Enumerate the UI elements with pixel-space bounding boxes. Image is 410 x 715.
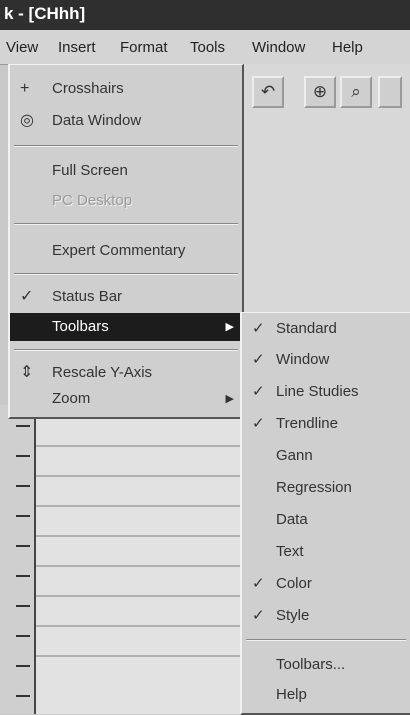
submenu-item-style[interactable]: ✓ Style xyxy=(242,600,410,631)
menu-separator xyxy=(14,223,238,225)
ruler-tick xyxy=(16,575,30,577)
menu-item-label: Data Window xyxy=(52,112,142,129)
submenu-item-label: Trendline xyxy=(276,415,338,432)
checkmark-icon: ✓ xyxy=(252,607,265,624)
submenu-item-label: Color xyxy=(276,575,312,592)
view-menu: + Crosshairs ◎ Data Window Full Screen P… xyxy=(8,64,244,419)
checkmark-icon: ✓ xyxy=(252,351,265,368)
menu-format[interactable]: Format xyxy=(120,39,168,56)
menu-tools[interactable]: Tools xyxy=(190,39,225,56)
menu-item-rescale-y-axis[interactable]: ⇕ Rescale Y-Axis xyxy=(10,359,242,387)
crosshairs-icon[interactable]: ⊕ xyxy=(304,76,336,108)
ruler-tick xyxy=(16,425,30,427)
menu-view[interactable]: View xyxy=(6,39,38,56)
undo-icon[interactable]: ↶ xyxy=(252,76,284,108)
ruler-tick xyxy=(16,545,30,547)
menu-item-full-screen[interactable]: Full Screen xyxy=(10,157,242,185)
submenu-item-label: Standard xyxy=(276,320,337,337)
menu-item-status-bar[interactable]: ✓ Status Bar xyxy=(10,283,242,311)
menu-item-label: Rescale Y-Axis xyxy=(52,364,153,381)
menu-item-zoom[interactable]: Zoom ▶ xyxy=(10,385,242,413)
menu-item-expert-commentary[interactable]: Expert Commentary xyxy=(10,237,242,265)
checkmark-icon: ✓ xyxy=(20,288,34,305)
checkmark-icon: ✓ xyxy=(252,415,265,432)
rescale-icon: ⇕ xyxy=(20,364,34,381)
menu-item-label: Expert Commentary xyxy=(52,242,186,259)
menu-item-label: Zoom xyxy=(52,390,91,407)
ruler-tick xyxy=(16,515,30,517)
submenu-item-label: Line Studies xyxy=(276,383,359,400)
submenu-item-data[interactable]: Data xyxy=(242,504,410,535)
submenu-item-color[interactable]: ✓ Color xyxy=(242,568,410,599)
menu-item-pc-desktop: PC Desktop xyxy=(10,187,242,215)
menu-item-label: Crosshairs xyxy=(52,80,124,97)
toolbars-submenu: ✓ Standard ✓ Window ✓ Line Studies ✓ Tre… xyxy=(240,312,410,715)
menu-separator xyxy=(14,273,238,275)
ruler-tick xyxy=(16,695,30,697)
menu-separator xyxy=(14,349,238,351)
menu-window[interactable]: Window xyxy=(252,39,305,56)
submenu-item-standard[interactable]: ✓ Standard xyxy=(242,313,410,344)
submenu-item-label: Toolbars... xyxy=(276,656,346,673)
menu-item-toolbars[interactable]: Toolbars ▶ xyxy=(10,313,242,341)
ruler-tick xyxy=(16,455,30,457)
menu-item-data-window[interactable]: ◎ Data Window xyxy=(10,107,242,135)
ruler-tick xyxy=(16,605,30,607)
ruler-tick xyxy=(16,635,30,637)
menu-item-crosshairs[interactable]: + Crosshairs xyxy=(10,75,242,103)
menu-separator xyxy=(14,145,238,147)
submenu-item-line-studies[interactable]: ✓ Line Studies xyxy=(242,376,410,407)
submenu-arrow-icon: ▶ xyxy=(225,321,234,333)
window-title: k - [CHhh] xyxy=(4,4,86,23)
menu-help[interactable]: Help xyxy=(332,39,363,56)
checkmark-icon: ✓ xyxy=(252,575,265,592)
submenu-item-gann[interactable]: Gann xyxy=(242,440,410,471)
submenu-item-toolbars-dialog[interactable]: Toolbars... xyxy=(242,649,410,680)
checkmark-icon: ✓ xyxy=(252,383,265,400)
submenu-arrow-icon: ▶ xyxy=(225,393,234,405)
checkmark-icon: ✓ xyxy=(252,320,265,337)
submenu-item-label: Text xyxy=(276,543,304,560)
menu-item-label: Status Bar xyxy=(52,288,123,305)
submenu-item-label: Gann xyxy=(276,447,313,464)
submenu-separator xyxy=(246,639,406,641)
ruler-tick xyxy=(16,665,30,667)
submenu-item-label: Data xyxy=(276,511,308,528)
toolbar-button-partial[interactable] xyxy=(378,76,402,108)
submenu-item-text[interactable]: Text xyxy=(242,536,410,567)
zoom-icon[interactable]: ⌕ xyxy=(340,76,372,108)
submenu-item-label: Regression xyxy=(276,479,352,496)
submenu-item-regression[interactable]: Regression xyxy=(242,472,410,503)
vertical-ruler xyxy=(0,405,36,714)
submenu-item-label: Help xyxy=(276,686,307,703)
data-window-icon: ◎ xyxy=(20,112,34,129)
submenu-item-label: Window xyxy=(276,351,330,368)
menu-insert[interactable]: Insert xyxy=(58,39,96,56)
submenu-item-trendline[interactable]: ✓ Trendline xyxy=(242,408,410,439)
ruler-tick xyxy=(16,485,30,487)
title-bar: k - [CHhh] xyxy=(0,0,410,30)
submenu-item-window[interactable]: ✓ Window xyxy=(242,344,410,375)
crosshairs-icon: + xyxy=(20,80,30,97)
submenu-item-help[interactable]: Help xyxy=(242,679,410,710)
menu-item-label: PC Desktop xyxy=(52,192,133,209)
submenu-item-label: Style xyxy=(276,607,310,624)
menu-item-label: Full Screen xyxy=(52,162,128,179)
menu-bar: View Insert Format Tools Window Help xyxy=(0,30,410,65)
menu-item-label: Toolbars xyxy=(52,318,109,335)
